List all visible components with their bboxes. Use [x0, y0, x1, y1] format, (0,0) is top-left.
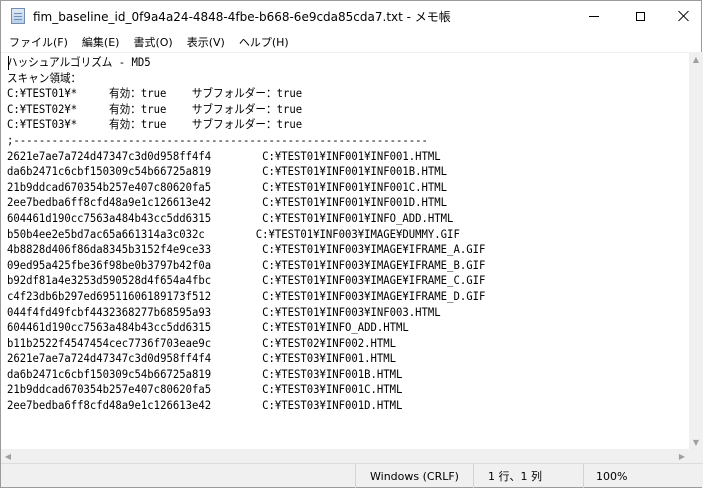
scroll-left-icon[interactable]: ◀	[1, 449, 15, 463]
text-line: 09ed95a425fbe36f98be0b3797b42f0a C:¥TEST…	[7, 257, 486, 272]
text-line: 21b9ddcad670354b257e407c80620fa5 C:¥TEST…	[7, 179, 448, 194]
text-line: 2ee7bedba6ff8cfd48a9e1c126613e42 C:¥TEST…	[7, 195, 448, 210]
text-line: da6b2471c6cbf150309c54b66725a819 C:¥TEST…	[7, 366, 403, 381]
text-line: b11b2522f4547454cec7736f703eae9c C:¥TEST…	[7, 335, 397, 350]
zoom-status: 100%	[583, 464, 703, 488]
vertical-scrollbar[interactable]: ▲ ▼	[689, 52, 703, 449]
text-line: 2621e7ae7a724d47347c3d0d958ff4f4 C:¥TEST…	[7, 351, 397, 366]
menu-bar: ファイル(F) 編集(E) 書式(O) 表示(V) ヘルプ(H)	[1, 32, 701, 52]
notepad-icon	[11, 8, 25, 24]
menu-file[interactable]: ファイル(F)	[5, 34, 74, 50]
scrollbar-corner	[689, 449, 703, 463]
text-line: 2621e7ae7a724d47347c3d0d958ff4f4 C:¥TEST…	[7, 148, 441, 163]
window-title: fim_baseline_id_0f9a4a24-4848-4fbe-b668-…	[33, 10, 451, 24]
text-line: c4f23db6b297ed69511606189173f512 C:¥TEST…	[7, 288, 486, 303]
text-editor[interactable]: ハッシュアルゴリズム - MD5 スキャン領域： C:¥TEST01¥* 有効：tr…	[1, 52, 689, 450]
text-line: 4b8828d406f86da8345b3152f4e9ce33 C:¥TEST…	[7, 242, 486, 257]
text-line: C:¥TEST03¥* 有効：true サブフォルダー：true	[7, 117, 303, 132]
maximize-icon	[635, 11, 645, 21]
scroll-down-icon[interactable]: ▼	[689, 435, 703, 449]
text-line: da6b2471c6cbf150309c54b66725a819 C:¥TEST…	[7, 164, 448, 179]
menu-format[interactable]: 書式(O)	[127, 34, 178, 50]
horizontal-scrollbar[interactable]: ◀ ▶	[1, 449, 689, 463]
notepad-window: fim_baseline_id_0f9a4a24-4848-4fbe-b668-…	[0, 0, 703, 488]
menu-view[interactable]: 表示(V)	[181, 34, 231, 50]
menu-help[interactable]: ヘルプ(H)	[233, 34, 295, 50]
line-ending-status: Windows (CRLF)	[355, 464, 473, 488]
text-line: C:¥TEST01¥* 有効：true サブフォルダー：true	[7, 86, 303, 101]
menu-edit[interactable]: 編集(E)	[76, 34, 126, 50]
close-icon	[678, 10, 690, 22]
text-line: 044f4fd49fcbf4432368277b68595a93 C:¥TEST…	[7, 304, 441, 319]
close-button[interactable]	[661, 1, 704, 31]
text-line: 2ee7bedba6ff8cfd48a9e1c126613e42 C:¥TEST…	[7, 398, 403, 413]
status-bar: Windows (CRLF) 1 行、1 列 100%	[1, 463, 703, 488]
text-line: 604461d190cc7563a484b43cc5dd6315 C:¥TEST…	[7, 210, 454, 225]
maximize-button[interactable]	[617, 1, 663, 31]
text-line: 604461d190cc7563a484b43cc5dd6315 C:¥TEST…	[7, 320, 409, 335]
title-bar[interactable]: fim_baseline_id_0f9a4a24-4848-4fbe-b668-…	[1, 1, 701, 31]
scroll-right-icon[interactable]: ▶	[675, 449, 689, 463]
scroll-up-icon[interactable]: ▲	[689, 52, 703, 66]
minimize-button[interactable]	[571, 1, 617, 31]
text-line: ;---------------------------------------…	[7, 132, 428, 147]
text-line: C:¥TEST02¥* 有効：true サブフォルダー：true	[7, 101, 303, 116]
text-line: 21b9ddcad670354b257e407c80620fa5 C:¥TEST…	[7, 382, 403, 397]
minimize-icon	[589, 15, 599, 17]
text-line: b50b4ee2e5bd7ac65a661314a3c032c C:¥TEST0…	[7, 226, 460, 241]
text-content[interactable]: ハッシュアルゴリズム - MD5 スキャン領域： C:¥TEST01¥* 有効：tr…	[7, 55, 641, 414]
cursor-position-status: 1 行、1 列	[473, 464, 583, 488]
text-line: ハッシュアルゴリズム - MD5	[7, 55, 151, 69]
text-line: b92df81a4e3253d590528d4f654a4fbc C:¥TEST…	[7, 273, 486, 288]
text-line: スキャン領域：	[7, 70, 82, 85]
